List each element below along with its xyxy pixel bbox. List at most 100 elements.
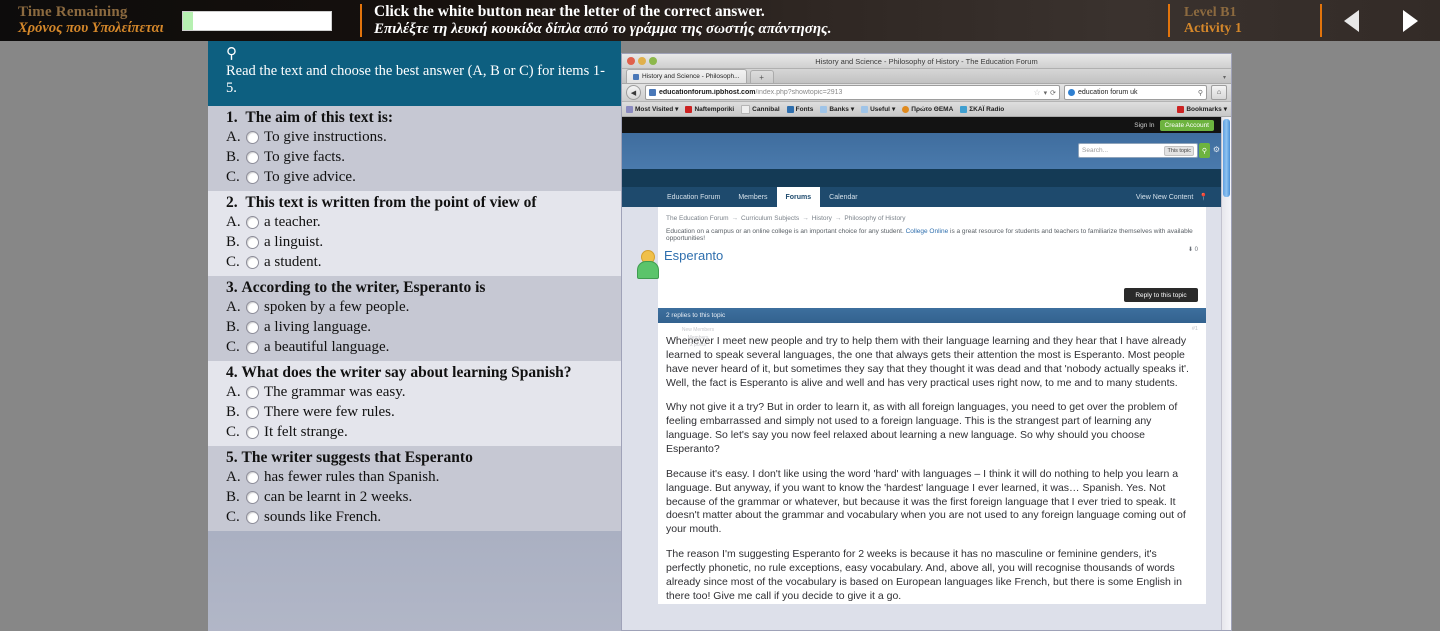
url-text: educationforum.ipbhost.com/index.php?sho… (659, 89, 842, 96)
browser-tab[interactable]: History and Science - Philosoph... (626, 69, 747, 83)
timer-progress-fill (182, 11, 193, 30)
radio-4-a[interactable] (246, 386, 259, 400)
magnifier-icon[interactable]: ⚲ (226, 47, 609, 63)
url-input[interactable]: educationforum.ipbhost.com/index.php?sho… (645, 85, 1060, 100)
question-title-1: 1. The aim of this text is: (226, 108, 394, 126)
question-block-1: 1. The aim of this text is: A. To give i… (208, 105, 621, 191)
new-tab-button[interactable]: + (749, 70, 774, 83)
activity-label: Activity 1 (1184, 20, 1242, 36)
bookmark-item[interactable]: ΣΚΑΪ Radio (960, 105, 1004, 113)
radio-3-a[interactable] (246, 301, 259, 315)
star-icon[interactable]: ☆ (1033, 88, 1040, 97)
back-arrow-icon[interactable]: ◀ (626, 85, 641, 100)
nav-education-forum[interactable]: Education Forum (658, 187, 729, 207)
triangle-right-icon[interactable] (1403, 9, 1418, 32)
option-1-b[interactable]: B. To give facts. (226, 148, 621, 168)
tablist-chevron-down-icon[interactable]: ▾ (1223, 74, 1226, 81)
breadcrumb-item-1[interactable]: The Education Forum (666, 215, 729, 222)
page-content: Sign In Create Account Search... This to… (622, 117, 1222, 630)
radio-2-c[interactable] (246, 256, 259, 270)
bookmark-item[interactable]: Banks ▾ (820, 105, 854, 113)
search-icon[interactable]: ⚲ (1198, 89, 1203, 97)
bookmarks-menu[interactable]: Bookmarks ▾ (1177, 105, 1227, 113)
question-panel-header: ⚲ Read the text and choose the best answ… (208, 41, 621, 106)
pin-icon[interactable]: 📍 (1199, 193, 1208, 201)
option-3-b[interactable]: B. a living language. (226, 318, 621, 338)
create-account-button[interactable]: Create Account (1159, 119, 1214, 131)
question-number-2: 2. (226, 193, 238, 211)
breadcrumb-item-3[interactable]: History (812, 215, 832, 222)
radio-4-c[interactable] (246, 426, 259, 440)
bookmark-item[interactable]: Useful ▾ (861, 105, 895, 113)
nav-members[interactable]: Members (729, 187, 776, 207)
radio-5-c[interactable] (246, 511, 259, 525)
option-2-c[interactable]: C. a student. (226, 253, 621, 273)
question-block-3: 3. According to the writer, Esperanto is… (208, 275, 621, 361)
forum-account-bar: Sign In Create Account (622, 117, 1222, 133)
instruction-en: Click the white button near the letter o… (374, 2, 765, 20)
option-2-b[interactable]: B. a linguist. (226, 233, 621, 253)
radio-3-b[interactable] (246, 321, 259, 335)
option-5-a[interactable]: A. has fewer rules than Spanish. (226, 468, 621, 488)
option-4-c[interactable]: C. It felt strange. (226, 423, 621, 443)
option-3-a[interactable]: A. spoken by a few people. (226, 298, 621, 318)
search-input[interactable]: education forum uk ⚲ (1064, 85, 1207, 100)
breadcrumb-separator-icon: → (834, 215, 842, 222)
page-title: Esperanto (664, 248, 724, 263)
option-3-c[interactable]: C. a beautiful language. (226, 338, 621, 358)
radio-2-b[interactable] (246, 236, 259, 250)
radio-2-a[interactable] (246, 216, 259, 230)
option-1-c[interactable]: C. To give advice. (226, 168, 621, 188)
post-meta-line-3: 2 posts (689, 342, 707, 348)
option-4-a[interactable]: A. The grammar was easy. (226, 383, 621, 403)
radio-1-b[interactable] (246, 151, 259, 165)
radio-1-c[interactable] (246, 171, 259, 185)
replies-count-bar: 2 replies to this topic (658, 308, 1206, 323)
forum-search-input[interactable]: Search... This topic (1078, 143, 1198, 158)
option-5-b[interactable]: B. can be learnt in 2 weeks. (226, 488, 621, 508)
post-meta-line-1: New Members (681, 327, 715, 333)
bookmark-item[interactable]: Fonts (786, 105, 813, 113)
chevron-down-icon[interactable]: ▾ (1044, 89, 1048, 97)
post-author-meta: New Members Members 2 posts (672, 327, 724, 350)
nav-forums[interactable]: Forums (776, 187, 821, 207)
bookmark-item[interactable]: Πρώτο ΘΕΜΑ (902, 105, 953, 113)
reply-to-topic-button[interactable]: Reply to this topic (1124, 288, 1198, 302)
bookmark-item[interactable]: Cannibal (741, 104, 780, 114)
triangle-left-icon[interactable] (1344, 9, 1359, 32)
scrollbar-thumb[interactable] (1223, 119, 1230, 197)
forum-search-icon[interactable]: ⚲ (1199, 143, 1210, 158)
bookmark-item[interactable]: Most Visited ▾ (626, 105, 678, 113)
question-block-5: 5. The writer suggests that Esperanto A.… (208, 445, 621, 531)
option-4-b[interactable]: B. There were few rules. (226, 403, 621, 423)
view-new-content-link[interactable]: View New Content (1136, 194, 1193, 201)
option-1-a[interactable]: A. To give instructions. (226, 128, 621, 148)
breadcrumb-item-2[interactable]: Curriculum Subjects (741, 215, 799, 222)
promo-link[interactable]: College Online (906, 228, 949, 235)
radio-5-b[interactable] (246, 491, 259, 505)
radio-3-c[interactable] (246, 341, 259, 355)
option-2-a[interactable]: A. a teacher. (226, 213, 621, 233)
level-section: Level B1 Activity 1 (1170, 0, 1320, 41)
page-scrollbar[interactable] (1221, 117, 1231, 630)
gear-icon[interactable]: ⚙ (1213, 145, 1220, 154)
nav-calendar[interactable]: Calendar (820, 187, 866, 207)
chevron-down-icon: ▾ (675, 106, 679, 113)
radio-1-a[interactable] (246, 131, 259, 145)
bookmark-item[interactable]: Naftemporiki (685, 105, 734, 113)
instruction-section: Click the white button near the letter o… (362, 0, 1168, 41)
radio-5-a[interactable] (246, 471, 259, 485)
chevron-down-icon: ▾ (891, 106, 896, 113)
forum-banner: Search... This topic ⚲ ⚙ (622, 133, 1222, 169)
home-icon[interactable]: ⌂ (1211, 85, 1227, 100)
reload-icon[interactable]: ⟳ (1050, 89, 1056, 97)
folder-icon (820, 105, 828, 113)
window-title: History and Science - Philosophy of Hist… (815, 56, 1038, 66)
radio-4-b[interactable] (246, 406, 259, 420)
sign-in-link[interactable]: Sign In (1134, 122, 1154, 129)
bookmark-folder-icon (1177, 105, 1185, 113)
forum-search-scope[interactable]: This topic (1164, 145, 1194, 156)
timer-label-en: Time Remaining (18, 4, 128, 21)
breadcrumb-item-4[interactable]: Philosophy of History (844, 215, 905, 222)
option-5-c[interactable]: C. sounds like French. (226, 508, 621, 528)
